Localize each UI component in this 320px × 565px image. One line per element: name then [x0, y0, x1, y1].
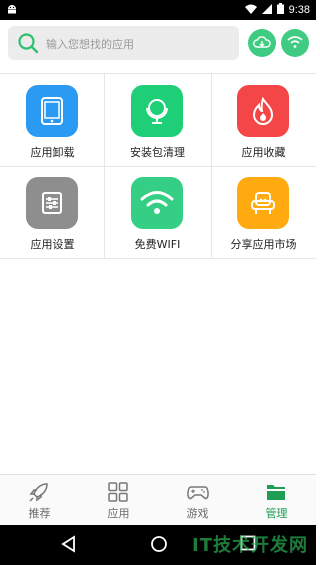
watermark: IT技术开发网: [192, 535, 308, 556]
search-header: 输入您想找的应用: [0, 20, 316, 70]
cloud-download-button[interactable]: [248, 29, 276, 57]
armchair-icon: [237, 177, 289, 229]
search-placeholder: 输入您想找的应用: [46, 38, 134, 51]
grid-item-package-cleanup[interactable]: 安装包清理: [105, 74, 210, 166]
wifi-icon: [244, 4, 257, 17]
search-input[interactable]: 输入您想找的应用: [8, 26, 239, 60]
nav-tab-label: 管理: [265, 507, 288, 520]
grid-item-label: 应用收藏: [241, 146, 286, 159]
nav-tab-label: 游戏: [186, 507, 209, 520]
battery-icon: [276, 3, 284, 17]
grid-divider: [0, 258, 316, 259]
system-nav-bar: IT技术开发网: [0, 525, 316, 565]
grid-item-free-wifi[interactable]: 免费WIFI: [105, 166, 210, 258]
nav-tab-label: 推荐: [28, 507, 51, 520]
back-icon[interactable]: [60, 535, 76, 557]
screen: 9:38 输入您想找的应用 应用卸载 安装包清理 应用收藏 应用设置 免费WIF…: [0, 0, 316, 565]
settings-sliders-icon: [26, 177, 78, 229]
grid-item-label: 应用卸载: [30, 146, 75, 159]
nav-tab-games[interactable]: 游戏: [158, 475, 237, 526]
wifi-icon: [131, 177, 183, 229]
nav-tab-recommend[interactable]: 推荐: [0, 475, 79, 526]
grid-item-label: 应用设置: [30, 238, 75, 251]
bottom-nav: 推荐 应用 游戏 管理: [0, 474, 316, 525]
clock: 9:38: [288, 4, 310, 16]
android-icon: [6, 3, 18, 18]
nav-tab-manage[interactable]: 管理: [237, 475, 316, 526]
grid-item-app-settings[interactable]: 应用设置: [0, 166, 105, 258]
cloud-download-icon: [253, 34, 271, 53]
wifi-button[interactable]: [281, 29, 309, 57]
grid-item-label: 安装包清理: [130, 146, 185, 159]
wifi-icon: [286, 34, 304, 53]
signal-icon: [261, 3, 272, 17]
tablet-icon: [26, 85, 78, 137]
grid-item-favorites[interactable]: 应用收藏: [211, 74, 316, 166]
search-icon: [17, 32, 39, 58]
folder-icon: [265, 481, 287, 503]
gamepad-icon: [186, 481, 209, 503]
rocket-icon: [28, 481, 50, 503]
apps-grid-icon: [107, 481, 129, 503]
tool-grid: 应用卸载 安装包清理 应用收藏 应用设置 免费WIFI 分享应用市场: [0, 74, 316, 259]
grid-item-share-market[interactable]: 分享应用市场: [211, 166, 316, 258]
home-icon[interactable]: [150, 535, 168, 557]
grid-item-label: 免费WIFI: [134, 238, 181, 251]
flame-icon: [237, 85, 289, 137]
grid-item-uninstall[interactable]: 应用卸载: [0, 74, 105, 166]
nav-tab-label: 应用: [107, 507, 130, 520]
nav-tab-apps[interactable]: 应用: [79, 475, 158, 526]
grid-item-label: 分享应用市场: [230, 238, 297, 251]
globe-icon: [131, 85, 183, 137]
status-bar: 9:38: [0, 0, 316, 20]
